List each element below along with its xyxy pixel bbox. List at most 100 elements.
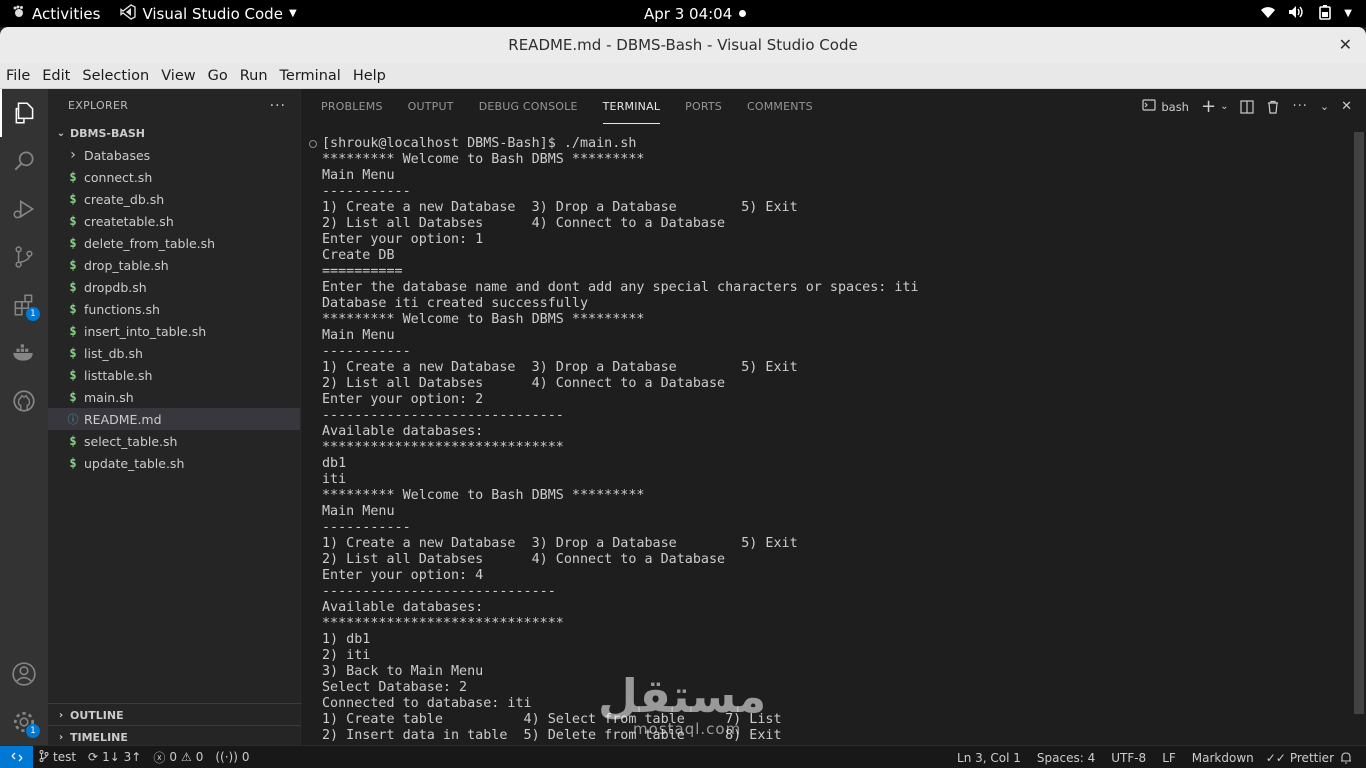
- settings-gear-icon[interactable]: 1: [0, 698, 48, 746]
- app-menu[interactable]: Visual Studio Code ▼: [120, 3, 297, 24]
- terminal-line: ******************************: [322, 440, 564, 455]
- tree-file-item[interactable]: $ list_db.sh: [48, 342, 300, 364]
- app-name: Visual Studio Code: [142, 4, 283, 23]
- tree-item-label: dropdb.sh: [84, 279, 147, 295]
- activities-label: Activities: [32, 4, 101, 23]
- folder-name: DBMS-BASH: [70, 126, 145, 140]
- chevron-down-icon[interactable]: ⌄: [1220, 101, 1228, 112]
- tree-file-item[interactable]: $ drop_table.sh: [48, 254, 300, 276]
- terminal-scrollbar[interactable]: [1354, 132, 1364, 714]
- branch-icon: [39, 749, 49, 765]
- notifications-bell-icon[interactable]: [1338, 751, 1354, 764]
- cursor-position[interactable]: Ln 3, Col 1: [949, 751, 1029, 765]
- outline-title: OUTLINE: [70, 708, 124, 722]
- tree-file-item[interactable]: $ functions.sh: [48, 298, 300, 320]
- source-control-icon[interactable]: [0, 233, 48, 281]
- window-title: README.md - DBMS-Bash - Visual Studio Co…: [508, 36, 858, 54]
- tree-file-item[interactable]: $ create_db.sh: [48, 188, 300, 210]
- shell-script-icon: $: [69, 368, 77, 382]
- activities-button[interactable]: Activities: [12, 5, 100, 23]
- tree-item-label: listtable.sh: [84, 367, 153, 383]
- tab-debug-console[interactable]: DEBUG CONSOLE: [479, 89, 578, 124]
- close-panel-icon[interactable]: ✕: [1341, 99, 1352, 114]
- tree-file-item[interactable]: $ delete_from_table.sh: [48, 232, 300, 254]
- docker-icon[interactable]: [0, 329, 48, 377]
- markdown-info-icon: ⓘ: [67, 413, 79, 426]
- search-icon[interactable]: [0, 137, 48, 185]
- menu-help[interactable]: Help: [347, 68, 392, 84]
- tree-file-item[interactable]: $ listtable.sh: [48, 364, 300, 386]
- accounts-icon[interactable]: [0, 650, 48, 698]
- new-terminal-plus-icon[interactable]: +: [1201, 96, 1216, 117]
- more-actions-icon[interactable]: ···: [1292, 99, 1307, 114]
- github-icon[interactable]: [0, 377, 48, 425]
- tree-file-item[interactable]: $ connect.sh: [48, 166, 300, 188]
- system-menu-chevron-icon[interactable]: ▼: [1344, 8, 1352, 19]
- end-of-line[interactable]: LF: [1154, 751, 1184, 765]
- wifi-icon[interactable]: [1260, 5, 1276, 23]
- menu-go[interactable]: Go: [202, 68, 234, 84]
- menu-edit[interactable]: Edit: [36, 68, 76, 84]
- terminal-panel: PROBLEMS OUTPUT DEBUG CONSOLE TERMINAL P…: [301, 89, 1366, 745]
- outline-section[interactable]: › OUTLINE: [48, 704, 301, 726]
- tab-ports[interactable]: PORTS: [685, 89, 722, 124]
- menu-file[interactable]: File: [0, 68, 36, 84]
- tab-output[interactable]: OUTPUT: [408, 89, 454, 124]
- menu-selection[interactable]: Selection: [76, 68, 155, 84]
- tab-problems[interactable]: PROBLEMS: [321, 89, 383, 124]
- menu-run[interactable]: Run: [234, 68, 274, 84]
- split-terminal-icon[interactable]: [1240, 99, 1255, 114]
- trash-icon[interactable]: [1266, 100, 1280, 114]
- tree-item-label: update_table.sh: [84, 455, 185, 471]
- encoding[interactable]: UTF-8: [1103, 751, 1154, 765]
- terminal-line: Enter the database name and dont add any…: [322, 280, 919, 295]
- sync-indicator[interactable]: ⟳ 1↓ 3↑: [82, 750, 147, 764]
- more-actions-icon[interactable]: ···: [270, 98, 286, 114]
- tree-file-item[interactable]: $ select_table.sh: [48, 430, 300, 452]
- terminal-line: -----------: [322, 520, 411, 535]
- ports-indicator[interactable]: ((·)) 0: [209, 750, 255, 764]
- run-debug-icon[interactable]: [0, 185, 48, 233]
- tree-folder-item[interactable]: › Databases: [48, 144, 300, 166]
- terminal-line: 1) Create a new Database 3) Drop a Datab…: [322, 360, 798, 375]
- battery-icon[interactable]: [1318, 4, 1332, 24]
- menu-terminal[interactable]: Terminal: [274, 68, 347, 84]
- tab-terminal[interactable]: TERMINAL: [602, 89, 661, 124]
- activity-bar: 1 1: [0, 89, 48, 745]
- notification-dot-icon: [739, 10, 747, 17]
- tab-comments[interactable]: COMMENTS: [747, 89, 813, 124]
- tree-file-item[interactable]: $ main.sh: [48, 386, 300, 408]
- maximize-panel-chevron-icon[interactable]: ⌄: [1320, 100, 1329, 113]
- tree-file-item[interactable]: $ insert_into_table.sh: [48, 320, 300, 342]
- explorer-sidebar: EXPLORER ··· ⌄ DBMS-BASH › Databases $ conn…: [48, 89, 301, 745]
- tree-file-item[interactable]: $ dropdb.sh: [48, 276, 300, 298]
- clock[interactable]: Apr 3 04:04: [644, 0, 747, 27]
- prettier-label: Prettier: [1289, 750, 1334, 765]
- terminal-line: ********* Welcome to Bash DBMS *********: [322, 488, 645, 503]
- tree-file-item[interactable]: $ createtable.sh: [48, 210, 300, 232]
- terminal-shell-selector[interactable]: bash: [1142, 98, 1189, 115]
- menu-view[interactable]: View: [155, 68, 201, 84]
- tree-item-label: main.sh: [84, 389, 134, 405]
- folder-section-dbms-bash[interactable]: ⌄ DBMS-BASH: [48, 122, 300, 144]
- volume-icon[interactable]: [1288, 5, 1306, 23]
- settings-badge: 1: [26, 724, 40, 738]
- explorer-icon[interactable]: [0, 89, 48, 137]
- indentation[interactable]: Spaces: 4: [1029, 751, 1103, 765]
- language-mode[interactable]: Markdown: [1184, 751, 1262, 765]
- shell-script-icon: $: [69, 192, 77, 206]
- branch-indicator[interactable]: test: [33, 749, 82, 765]
- close-window-icon[interactable]: ✕: [1339, 35, 1352, 54]
- terminal-line: -----------: [322, 344, 411, 359]
- extensions-icon[interactable]: 1: [0, 281, 48, 329]
- command-decoration-icon[interactable]: [309, 140, 317, 148]
- tree-file-item[interactable]: $ update_table.sh: [48, 452, 300, 474]
- problems-indicator[interactable]: ⓧ 0 ⚠ 0: [147, 749, 209, 766]
- tree-file-item[interactable]: ⓘ README.md: [48, 408, 300, 430]
- prettier-indicator[interactable]: ✓✓ Prettier: [1262, 751, 1338, 765]
- terminal-line: Enter your option: 1: [322, 232, 484, 247]
- terminal-output[interactable]: [shrouk@localhost DBMS-Bash]$ ./main.sh *…: [322, 136, 919, 744]
- ports-icon: ((·)): [215, 750, 238, 764]
- terminal-line: 2) List all Databses 4) Connect to a Dat…: [322, 216, 726, 231]
- remote-indicator-icon[interactable]: [0, 745, 33, 768]
